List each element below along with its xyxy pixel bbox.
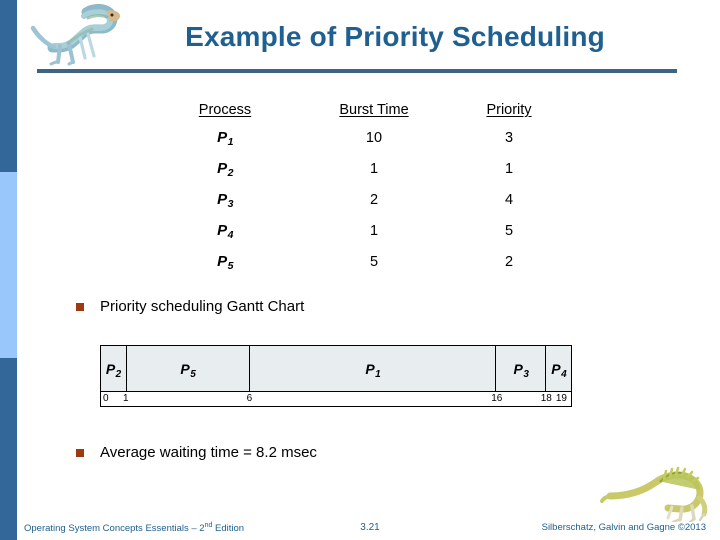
gantt-axis: 0 1 6 16 18 19 xyxy=(101,391,571,407)
dimetrodon-icon xyxy=(600,466,708,522)
table-row: P5 5 2 xyxy=(150,246,570,277)
gantt-segment: P4 xyxy=(546,346,571,391)
process-table: Process Burst Time Priority P1 10 3 P2 1… xyxy=(150,100,570,277)
gantt-tick-label: 0 xyxy=(103,393,109,404)
gantt-segment: P2 xyxy=(101,346,127,391)
cell-priority: 4 xyxy=(504,191,514,208)
sidebar-accent-block xyxy=(0,172,17,358)
gantt-chart: P2 P5 P1 P3 P4 0 1 6 16 18 19 xyxy=(100,345,572,407)
slide-header: Example of Priority Scheduling xyxy=(0,0,720,80)
gantt-tick-label: 6 xyxy=(246,393,253,404)
gantt-segment-label: P5 xyxy=(180,360,196,380)
bullet-average-label: Average waiting time = 8.2 msec xyxy=(100,444,317,461)
gantt-segment-label: P1 xyxy=(365,360,381,380)
cell-process: P5 xyxy=(217,253,234,272)
cell-process: P4 xyxy=(217,222,234,241)
column-header-priority: Priority xyxy=(486,102,532,118)
footer-edition-text: Operating System Concepts Essentials – 2 xyxy=(24,523,205,535)
table-row: P4 1 5 xyxy=(150,215,570,246)
bullet-average-waiting-time: Average waiting time = 8.2 msec xyxy=(76,444,317,461)
table-row: P3 2 4 xyxy=(150,184,570,215)
bullet-gantt-label: Priority scheduling Gantt Chart xyxy=(100,298,305,315)
cell-process: P3 xyxy=(217,191,234,210)
bullet-gantt-chart: Priority scheduling Gantt Chart xyxy=(76,298,304,315)
footer-edition: Operating System Concepts Essentials – 2… xyxy=(24,522,244,534)
gantt-segment: P1 xyxy=(250,346,497,391)
left-sidebar-strip xyxy=(0,0,17,540)
cell-priority: 3 xyxy=(504,129,514,146)
table-row: P2 1 1 xyxy=(150,153,570,184)
gantt-tick-label: 18 xyxy=(540,393,552,404)
footer-edition-tail: Edition xyxy=(212,523,245,535)
table-header-row: Process Burst Time Priority xyxy=(150,100,570,122)
gantt-tick-label: 19 xyxy=(555,393,567,404)
gantt-tick-label: 1 xyxy=(122,393,129,404)
cell-burst: 10 xyxy=(365,129,383,146)
column-header-burst-time: Burst Time xyxy=(339,102,409,118)
page-title: Example of Priority Scheduling xyxy=(185,21,605,52)
gantt-segment-label: P4 xyxy=(551,360,567,380)
title-divider xyxy=(37,69,677,73)
table-row: P1 10 3 xyxy=(150,122,570,153)
cell-priority: 2 xyxy=(504,253,514,270)
gantt-bar-track: P2 P5 P1 P3 P4 xyxy=(101,346,571,391)
cell-burst: 2 xyxy=(369,191,379,208)
cell-burst: 1 xyxy=(369,160,379,177)
cell-process: P2 xyxy=(217,160,234,179)
cell-priority: 5 xyxy=(504,222,514,239)
footer-copyright: Silberschatz, Galvin and Gagne ©2013 xyxy=(541,522,706,533)
cell-process: P1 xyxy=(217,129,234,148)
cell-burst: 5 xyxy=(369,253,379,270)
bullet-square-icon xyxy=(76,448,84,457)
column-header-process: Process xyxy=(198,102,252,118)
cell-priority: 1 xyxy=(504,160,514,177)
gantt-segment-label: P2 xyxy=(105,360,122,380)
bullet-square-icon xyxy=(76,302,84,311)
gantt-tick-label: 16 xyxy=(491,393,503,404)
gantt-segment-label: P3 xyxy=(513,360,529,380)
gantt-segment: P5 xyxy=(126,346,251,391)
gantt-segment: P3 xyxy=(496,346,547,391)
slide-number: 3.21 xyxy=(360,522,380,533)
cell-burst: 1 xyxy=(369,222,379,239)
